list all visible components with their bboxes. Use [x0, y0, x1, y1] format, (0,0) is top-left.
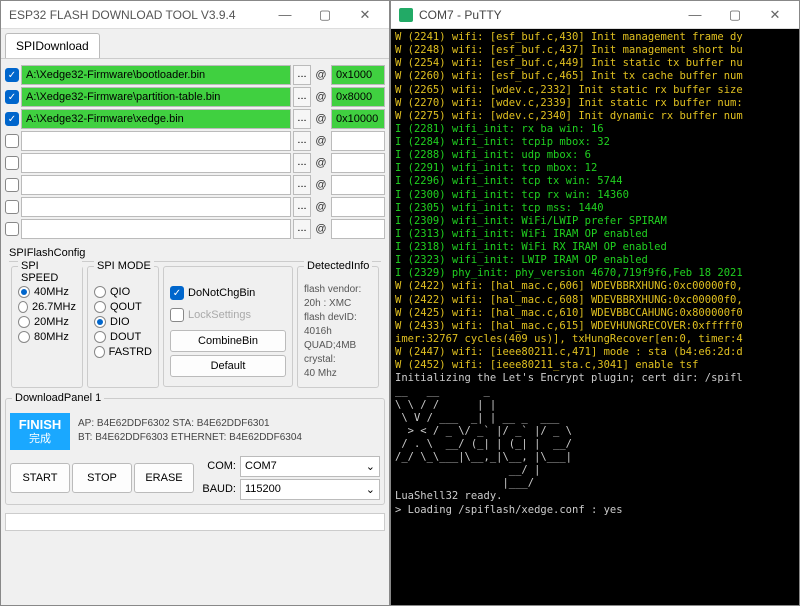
mode-option[interactable]: DOUT [94, 331, 152, 343]
flash-title: ESP32 FLASH DOWNLOAD TOOL V3.9.4 [9, 8, 236, 22]
default-button[interactable]: Default [170, 355, 286, 377]
detected-info-group: DetectedInfo flash vendor:20h : XMCflash… [297, 266, 379, 388]
tab-spidownload[interactable]: SPIDownload [5, 33, 100, 58]
browse-button[interactable]: ... [293, 219, 311, 239]
at-symbol: @ [313, 179, 329, 191]
putty-titlebar: COM7 - PuTTY ― ▢ ✕ [391, 1, 799, 29]
putty-icon [399, 8, 413, 22]
progress-bar [5, 513, 385, 531]
start-button[interactable]: START [10, 463, 70, 493]
minimize-icon[interactable]: ― [265, 2, 305, 28]
minimize-icon[interactable]: ― [675, 2, 715, 28]
tab-strip: SPIDownload [1, 29, 389, 59]
close-icon[interactable]: ✕ [345, 2, 385, 28]
browse-button[interactable]: ... [293, 131, 311, 151]
speed-option[interactable]: 20MHz [18, 316, 76, 328]
address-input[interactable]: 0x1000 [331, 65, 385, 85]
flash-titlebar: ESP32 FLASH DOWNLOAD TOOL V3.9.4 ― ▢ ✕ [1, 1, 389, 29]
browse-button[interactable]: ... [293, 65, 311, 85]
at-symbol: @ [313, 157, 329, 169]
chevron-down-icon: ⌄ [366, 483, 375, 496]
flash-tool-window: ESP32 FLASH DOWNLOAD TOOL V3.9.4 ― ▢ ✕ S… [0, 0, 390, 606]
putty-window: COM7 - PuTTY ― ▢ ✕ W (2241) wifi: [esf_b… [390, 0, 800, 606]
file-path-input[interactable]: A:\Xedge32-Firmware\bootloader.bin [21, 65, 291, 85]
file-row: ✓A:\Xedge32-Firmware\partition-table.bin… [5, 87, 385, 107]
row-checkbox[interactable] [5, 200, 19, 214]
browse-button[interactable]: ... [293, 87, 311, 107]
address-input[interactable] [331, 131, 385, 151]
baud-select[interactable]: 115200⌄ [240, 479, 380, 500]
com-select[interactable]: COM7⌄ [240, 456, 380, 477]
file-row: ✓A:\Xedge32-Firmware\bootloader.bin...@0… [5, 65, 385, 85]
speed-option[interactable]: 26.7MHz [18, 301, 76, 313]
donotchg-checkbox[interactable]: ✓DoNotChgBin [170, 286, 286, 300]
spi-flash-config: SPIFlashConfig SPI SPEED 40MHz26.7MHz20M… [5, 247, 385, 392]
at-symbol: @ [313, 91, 329, 103]
close-icon[interactable]: ✕ [755, 2, 795, 28]
speed-option[interactable]: 40MHz [18, 286, 76, 298]
file-path-input[interactable] [21, 219, 291, 239]
chevron-down-icon: ⌄ [366, 460, 375, 473]
spi-mode-group: SPI MODE QIOQOUTDIODOUTFASTRD [87, 266, 159, 388]
speed-option[interactable]: 80MHz [18, 331, 76, 343]
at-symbol: @ [313, 135, 329, 147]
row-checkbox[interactable] [5, 134, 19, 148]
file-path-input[interactable] [21, 153, 291, 173]
mode-option[interactable]: QIO [94, 286, 152, 298]
browse-button[interactable]: ... [293, 109, 311, 129]
at-symbol: @ [313, 113, 329, 125]
maximize-icon[interactable]: ▢ [305, 2, 345, 28]
mode-option[interactable]: DIO [94, 316, 152, 328]
browse-button[interactable]: ... [293, 153, 311, 173]
browse-button[interactable]: ... [293, 197, 311, 217]
file-path-input[interactable]: A:\Xedge32-Firmware\partition-table.bin [21, 87, 291, 107]
address-input[interactable] [331, 219, 385, 239]
stop-button[interactable]: STOP [72, 463, 132, 493]
file-rows: ✓A:\Xedge32-Firmware\bootloader.bin...@0… [1, 59, 389, 245]
options-group: ✓DoNotChgBin LockSettings CombineBin Def… [163, 266, 293, 387]
file-row: ✓A:\Xedge32-Firmware\xedge.bin...@0x1000… [5, 109, 385, 129]
row-checkbox[interactable] [5, 222, 19, 236]
address-input[interactable] [331, 197, 385, 217]
mac-info: AP: B4E62DDF6302 STA: B4E62DDF6301 BT: B… [74, 415, 380, 447]
row-checkbox[interactable]: ✓ [5, 112, 19, 126]
terminal-output[interactable]: W (2241) wifi: [esf_buf.c,430] Init mana… [391, 29, 799, 605]
file-path-input[interactable] [21, 131, 291, 151]
row-checkbox[interactable]: ✓ [5, 68, 19, 82]
erase-button[interactable]: ERASE [134, 463, 194, 493]
address-input[interactable] [331, 153, 385, 173]
file-path-input[interactable] [21, 175, 291, 195]
spi-speed-group: SPI SPEED 40MHz26.7MHz20MHz80MHz [11, 266, 83, 388]
file-path-input[interactable]: A:\Xedge32-Firmware\xedge.bin [21, 109, 291, 129]
row-checkbox[interactable] [5, 178, 19, 192]
file-row: ...@ [5, 197, 385, 217]
file-row: ...@ [5, 219, 385, 239]
file-row: ...@ [5, 175, 385, 195]
download-panel: DownloadPanel 1 FINISH 完成 AP: B4E62DDF63… [5, 398, 385, 505]
browse-button[interactable]: ... [293, 175, 311, 195]
mode-option[interactable]: QOUT [94, 301, 152, 313]
row-checkbox[interactable]: ✓ [5, 90, 19, 104]
mode-option[interactable]: FASTRD [94, 346, 152, 358]
address-input[interactable] [331, 175, 385, 195]
finish-badge: FINISH 完成 [10, 413, 70, 450]
putty-title: COM7 - PuTTY [419, 8, 502, 22]
at-symbol: @ [313, 69, 329, 81]
file-path-input[interactable] [21, 197, 291, 217]
address-input[interactable]: 0x8000 [331, 87, 385, 107]
combinebin-button[interactable]: CombineBin [170, 330, 286, 352]
at-symbol: @ [313, 201, 329, 213]
file-row: ...@ [5, 153, 385, 173]
address-input[interactable]: 0x10000 [331, 109, 385, 129]
locksettings-checkbox: LockSettings [170, 308, 286, 322]
row-checkbox[interactable] [5, 156, 19, 170]
at-symbol: @ [313, 223, 329, 235]
file-row: ...@ [5, 131, 385, 151]
maximize-icon[interactable]: ▢ [715, 2, 755, 28]
